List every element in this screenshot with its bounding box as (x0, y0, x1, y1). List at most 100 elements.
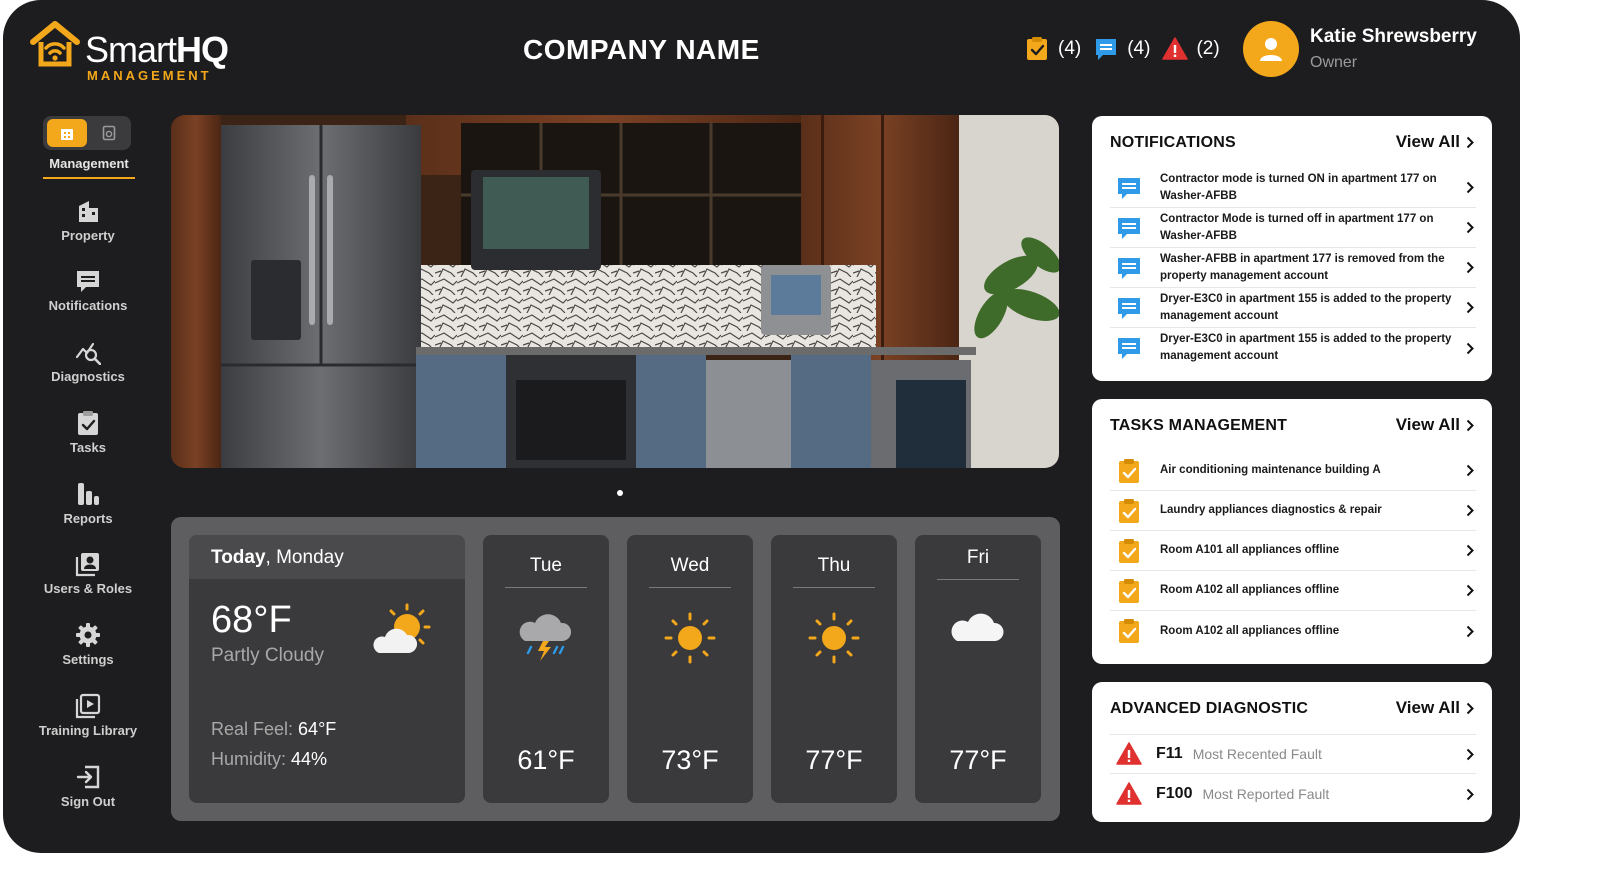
weather-panel: Today, Monday 68°F Partly Cloudy Real Fe… (171, 517, 1060, 821)
avatar[interactable] (1243, 21, 1299, 77)
settings-icon (76, 623, 100, 647)
list-item[interactable]: Air conditioning maintenance building A (1110, 451, 1476, 491)
reports-icon (78, 483, 99, 505)
building-icon (79, 201, 98, 222)
chevron-right-icon (1466, 301, 1474, 314)
notification-icon (77, 271, 99, 292)
alerts-count[interactable]: (2) (1162, 36, 1220, 62)
company-name: COMPANY NAME (523, 34, 760, 65)
message-icon (1118, 217, 1140, 239)
chevron-right-icon (1466, 342, 1474, 354)
appliance-mode-button[interactable] (91, 119, 127, 147)
tasks-card: TASKS MANAGEMENT View All Air conditioni… (1092, 399, 1492, 664)
warning-icon (1116, 782, 1142, 805)
chevron-right-icon (1466, 181, 1474, 194)
header-stats: (4) (4) (2) (1024, 36, 1232, 62)
chevron-right-icon (1466, 584, 1474, 597)
tasks-icon (78, 411, 98, 435)
tasks-view-all[interactable]: View All (1396, 415, 1474, 435)
message-icon (1096, 39, 1117, 60)
chevron-right-icon (1466, 748, 1474, 760)
mode-toggle[interactable] (43, 116, 131, 150)
diagnostic-card: ADVANCED DIAGNOSTIC View All F11 Most Re… (1092, 682, 1492, 822)
forecast-wed: Wed 73°F (627, 535, 753, 803)
task-clipboard-icon (1119, 498, 1139, 523)
sidebar-item-training-library[interactable]: Training Library (23, 693, 153, 753)
list-item[interactable]: Contractor Mode is turned off in apartme… (1110, 208, 1476, 248)
training-icon (75, 693, 101, 719)
chevron-right-icon (1466, 702, 1474, 714)
notifications-card: NOTIFICATIONS View All Contractor mode i… (1092, 116, 1492, 381)
sidebar-item-users-roles[interactable]: Users & Roles (23, 551, 153, 611)
kitchen-illustration (171, 115, 1059, 468)
list-item[interactable]: Dryer-E3C0 in apartment 155 is added to … (1110, 328, 1476, 368)
chevron-right-icon (1466, 788, 1474, 800)
tasks-title: TASKS MANAGEMENT (1110, 417, 1288, 434)
sidebar-item-management[interactable]: Management (43, 156, 135, 179)
forecast-fri: Fri 77°F (915, 535, 1041, 803)
today-weather-card: Today, Monday 68°F Partly Cloudy Real Fe… (189, 535, 465, 803)
list-item[interactable]: Washer-AFBB in apartment 177 is removed … (1110, 248, 1476, 288)
list-item[interactable]: Contractor mode is turned ON in apartmen… (1110, 168, 1476, 208)
logo-subtitle: MANAGEMENT (87, 68, 212, 83)
warning-icon (1116, 742, 1142, 765)
sun-icon (808, 612, 860, 664)
message-icon (1118, 297, 1140, 319)
sidebar-item-tasks[interactable]: Tasks (23, 410, 153, 470)
task-clipboard-icon (1027, 37, 1047, 60)
chevron-right-icon (1466, 261, 1474, 274)
list-item[interactable]: Laundry appliances diagnostics & repair (1110, 491, 1476, 531)
diagnostic-title: ADVANCED DIAGNOSTIC (1110, 700, 1309, 717)
management-mode-button[interactable] (47, 119, 87, 147)
sign-out-icon (76, 765, 100, 789)
diagnostics-icon (75, 342, 101, 365)
user-name[interactable]: Katie Shrewsberry (1310, 26, 1477, 48)
task-clipboard-icon (1119, 458, 1139, 483)
notifications-title: NOTIFICATIONS (1110, 134, 1236, 151)
today-temperature: 68°F (211, 599, 292, 641)
forecast-tue: Tue 61°F (483, 535, 609, 803)
user-icon (1260, 38, 1282, 61)
list-item[interactable]: Room A102 all appliances offline (1110, 571, 1476, 611)
building-icon (61, 129, 73, 140)
message-icon (1118, 177, 1140, 199)
humidity: Humidity: 44% (211, 749, 328, 769)
sidebar-item-property[interactable]: Property (23, 198, 153, 258)
sidebar-item-reports[interactable]: Reports (23, 481, 153, 541)
app-window: SmartHQ MANAGEMENT COMPANY NAME (4) (4) (3, 0, 1520, 853)
logo[interactable]: SmartHQ MANAGEMENT (29, 16, 259, 86)
hero-kitchen-image (171, 115, 1059, 468)
task-clipboard-icon (1119, 538, 1139, 563)
sun-icon (664, 612, 716, 664)
list-item[interactable]: Room A101 all appliances offline (1110, 531, 1476, 571)
logo-wordmark: SmartHQ (85, 29, 229, 70)
sidebar-item-sign-out[interactable]: Sign Out (23, 764, 153, 824)
messages-count[interactable]: (4) (1093, 36, 1150, 62)
chevron-right-icon (1466, 221, 1474, 234)
chevron-right-icon (1466, 136, 1474, 148)
cloud-icon (951, 613, 1004, 641)
real-feel: Real Feel: 64°F (211, 719, 337, 739)
diagnostic-view-all[interactable]: View All (1396, 698, 1474, 718)
sidebar-item-diagnostics[interactable]: Diagnostics (23, 339, 153, 399)
message-icon (1118, 257, 1140, 279)
tasks-count[interactable]: (4) (1024, 36, 1081, 62)
notifications-view-all[interactable]: View All (1396, 132, 1474, 152)
sidebar-item-settings[interactable]: Settings (23, 622, 153, 682)
partly-cloudy-icon (373, 603, 431, 653)
chevron-right-icon (1466, 625, 1474, 637)
house-wifi-logo-icon (30, 21, 80, 67)
storm-icon (519, 614, 572, 661)
chevron-right-icon (1466, 504, 1474, 517)
list-item[interactable]: Dryer-E3C0 in apartment 155 is added to … (1110, 288, 1476, 328)
carousel-dot[interactable] (617, 490, 623, 496)
warning-icon (1162, 37, 1189, 60)
message-icon (1118, 338, 1140, 359)
list-item[interactable]: F100 Most Reported Fault (1110, 774, 1476, 814)
list-item[interactable]: Room A102 all appliances offline (1110, 611, 1476, 651)
today-header: Today, Monday (189, 535, 465, 579)
today-condition: Partly Cloudy (211, 645, 324, 666)
sidebar-item-notifications[interactable]: Notifications (23, 268, 153, 328)
task-clipboard-icon (1119, 619, 1139, 643)
list-item[interactable]: F11 Most Recented Fault (1110, 734, 1476, 774)
